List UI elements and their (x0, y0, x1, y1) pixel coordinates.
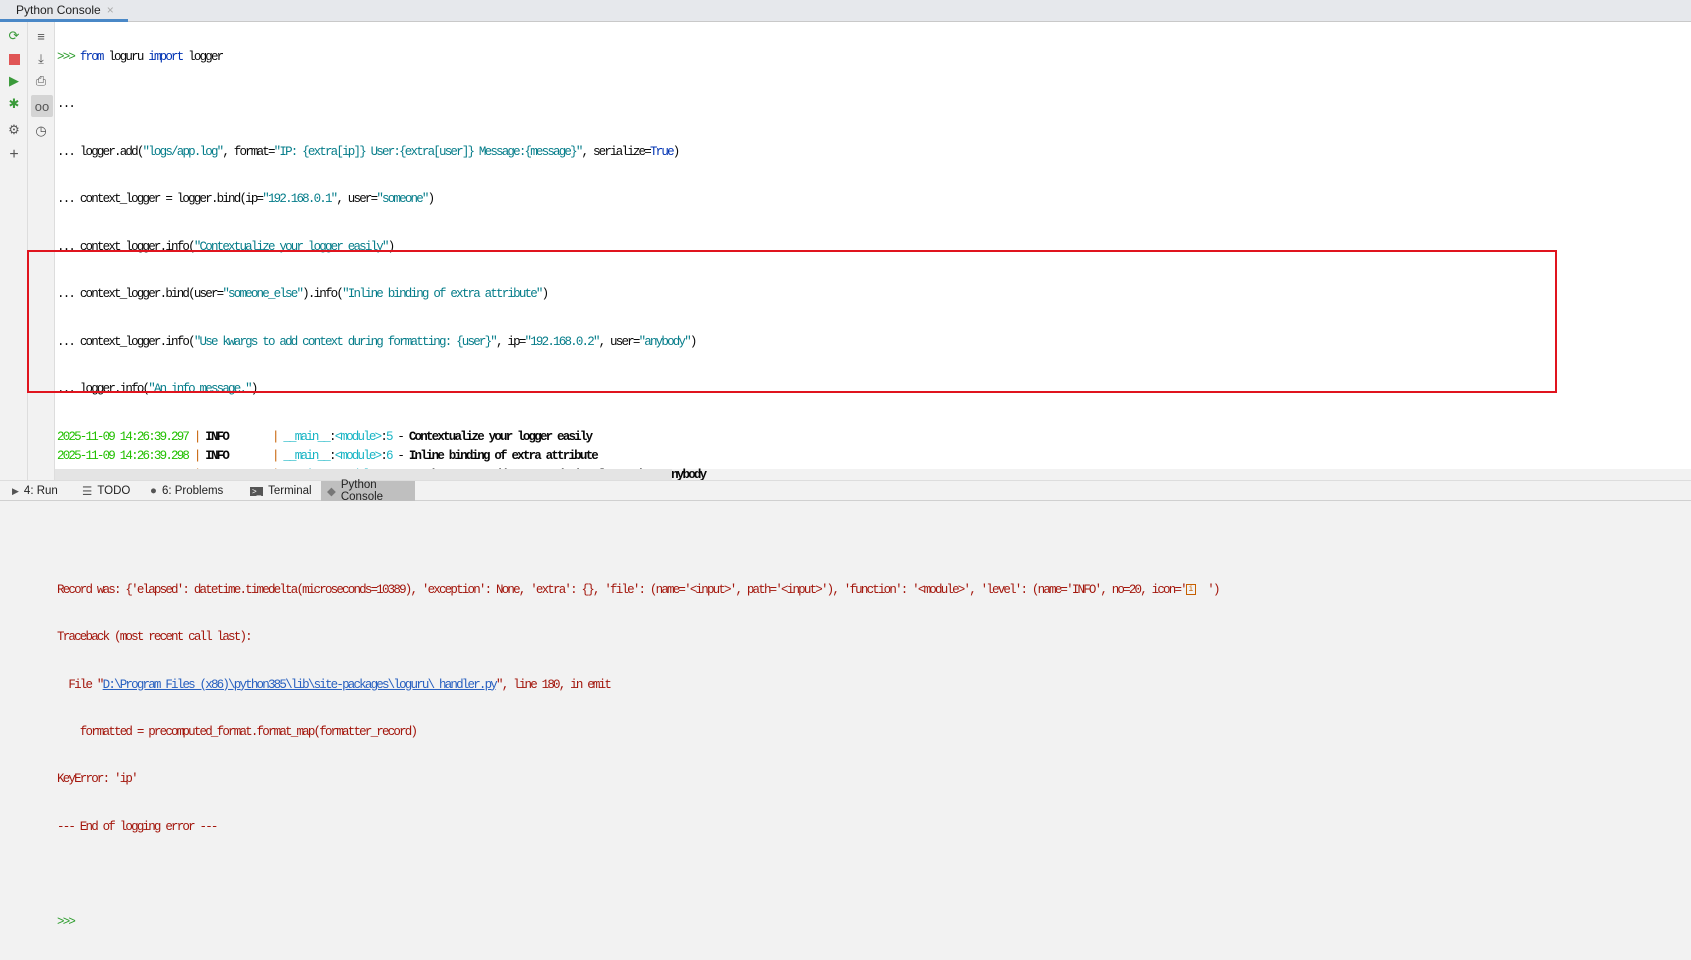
todo-icon: ☰ (82, 486, 93, 498)
info-level-icon: i (1185, 583, 1196, 595)
rerun-icon[interactable]: ⟳ (4, 26, 24, 46)
debug-icon[interactable]: ✱ (4, 94, 24, 114)
bottom-tab-problems[interactable]: ● 6: Problems (144, 481, 229, 501)
input-prompt[interactable]: >>> (57, 913, 1219, 932)
tab-label: Python Console (16, 3, 101, 17)
soft-wrap-icon[interactable]: ≡ (31, 26, 51, 46)
error-record: Record was: {'elapsed': datetime.timedel… (57, 582, 1220, 597)
stop-icon[interactable] (4, 49, 24, 69)
show-variables-icon[interactable]: oo (31, 95, 53, 117)
key-error: KeyError: 'ip' (57, 772, 139, 787)
log-line: 2025-11-09 14:26:39.297 | INFO | __main_… (57, 429, 593, 444)
tool-window-tabbar: Python Console × (0, 0, 1691, 22)
print-icon[interactable]: ⎙ (31, 71, 51, 91)
bottom-tab-run[interactable]: ▶ 4: Run (6, 481, 64, 501)
run-icon: ▶ (12, 485, 19, 496)
settings-icon[interactable]: ⚙ (4, 120, 24, 140)
console-line: ... logger.add("logs/app.log", format="I… (57, 144, 680, 159)
file-link[interactable]: D:\Program Files (x86)\python385\lib\sit… (103, 678, 498, 692)
add-icon[interactable]: + (4, 145, 24, 165)
log-line: 2025-11-09 14:26:39.298 | INFO | __main_… (57, 448, 599, 463)
highlight-box (27, 250, 1557, 393)
console-line: >>> from loguru import logger (57, 50, 224, 64)
run-icon[interactable]: ▶ (4, 71, 24, 91)
terminal-icon: >_ (250, 486, 264, 496)
bottom-tab-todo[interactable]: ☰ TODO (76, 481, 136, 501)
problems-icon: ● (150, 485, 157, 497)
history-icon[interactable]: ◷ (31, 121, 51, 141)
traceback-file: File "D:\Program Files (x86)\python385\l… (57, 677, 611, 692)
console-toolbar-left: ⟳ ▶ ✱ ⚙ + (0, 22, 28, 480)
console-line: ... (57, 97, 76, 112)
tab-python-console[interactable]: Python Console × (0, 0, 128, 22)
console-output[interactable]: >>> from loguru import logger ... ... lo… (55, 22, 1691, 929)
bottom-tab-terminal[interactable]: >_ Terminal (244, 481, 318, 501)
bottom-tab-python-console[interactable]: ◆ Python Console (321, 479, 415, 503)
python-icon: ◆ (327, 486, 336, 498)
close-icon[interactable]: × (107, 3, 114, 17)
console-line: ... context_logger = logger.bind(ip="192… (57, 192, 435, 207)
status-bar (0, 501, 1691, 549)
bottom-tool-bar: ▶ 4: Run ☰ TODO ● 6: Problems >_ Terminal ◆ P… (0, 479, 1691, 503)
scroll-to-end-icon[interactable]: ⤓ (31, 49, 51, 69)
